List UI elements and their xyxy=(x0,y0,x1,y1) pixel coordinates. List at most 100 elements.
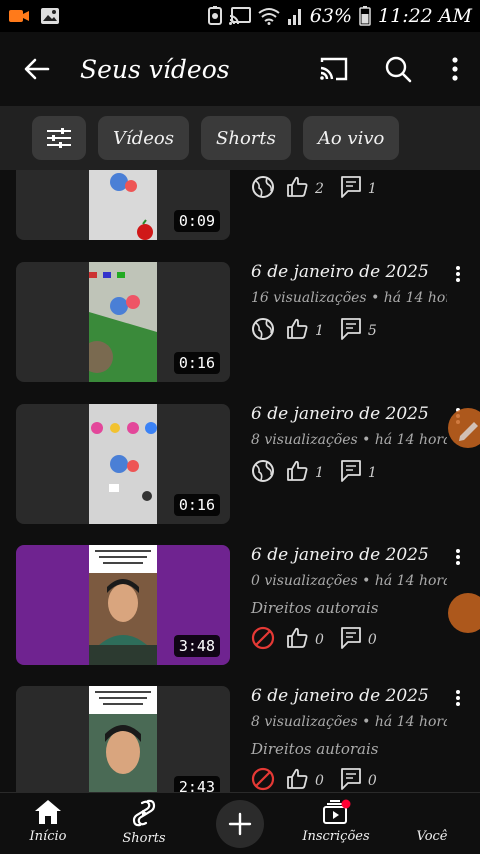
nav-shorts[interactable]: Shorts xyxy=(104,799,184,851)
app-bar: Seus vídeos xyxy=(0,32,480,106)
comment-icon xyxy=(340,317,362,345)
like-icon xyxy=(285,175,309,203)
video-date: 6 de janeiro de 2025 xyxy=(251,262,429,282)
video-thumbnail[interactable]: 2:43 xyxy=(16,686,230,792)
blocked-icon xyxy=(251,626,275,654)
video-row[interactable]: 0:09 2 1 xyxy=(0,170,480,250)
like-icon xyxy=(285,626,309,654)
video-recording-icon xyxy=(8,8,30,24)
thumbnail-image xyxy=(89,404,157,524)
nav-home-label: Início xyxy=(29,829,67,844)
video-more-button[interactable] xyxy=(448,262,468,286)
comment-count: 5 xyxy=(367,323,377,339)
kebab-menu-icon xyxy=(456,690,460,706)
filter-settings-chip[interactable] xyxy=(32,116,86,160)
video-duration: 0:09 xyxy=(173,210,220,232)
comment-count: 1 xyxy=(367,181,377,197)
kebab-menu-icon xyxy=(452,57,458,81)
video-more-button[interactable] xyxy=(448,545,468,569)
like-count: 0 xyxy=(315,773,324,789)
video-list: 0:09 2 1 0:16 6 de janeiro de 2025 16 vi… xyxy=(0,170,480,792)
sliders-icon xyxy=(47,128,71,148)
like-icon xyxy=(285,459,309,487)
video-duration: 0:16 xyxy=(173,494,220,516)
public-globe-icon xyxy=(251,459,275,487)
video-views: 16 visualizações • há 14 horas xyxy=(251,290,447,306)
floating-recorder-button[interactable] xyxy=(448,593,480,633)
copyright-label[interactable]: Direitos autorais xyxy=(251,740,451,762)
video-row[interactable]: 0:16 6 de janeiro de 2025 8 visualizaçõe… xyxy=(0,404,480,534)
public-globe-icon xyxy=(251,175,275,203)
video-duration: 0:16 xyxy=(173,352,220,374)
like-count: 0 xyxy=(315,632,324,648)
page-title: Seus vídeos xyxy=(80,54,230,84)
battery-icon xyxy=(359,6,371,26)
nav-subscriptions[interactable]: Inscrições xyxy=(296,799,376,851)
back-button[interactable] xyxy=(0,32,74,106)
video-duration: 3:48 xyxy=(173,635,220,657)
signal-icon xyxy=(287,7,303,25)
like-count: 1 xyxy=(315,465,324,481)
public-globe-icon xyxy=(251,317,275,345)
copyright-label[interactable]: Direitos autorais xyxy=(251,599,451,621)
nav-shorts-label: Shorts xyxy=(122,831,166,846)
video-date: 6 de janeiro de 2025 xyxy=(251,686,429,706)
video-date: 6 de janeiro de 2025 xyxy=(251,545,429,565)
chip-videos[interactable]: Vídeos xyxy=(98,116,190,160)
comment-count: 0 xyxy=(367,773,377,789)
video-more-button[interactable] xyxy=(448,686,468,710)
blocked-icon xyxy=(251,767,275,792)
comment-icon xyxy=(340,767,362,792)
plus-icon xyxy=(228,812,252,836)
cast-status-icon xyxy=(228,7,251,25)
video-thumbnail[interactable]: 0:09 xyxy=(16,170,230,240)
video-duration: 2:43 xyxy=(173,776,220,792)
video-row[interactable]: 2:43 6 de janeiro de 2025 8 visualizaçõe… xyxy=(0,686,480,792)
comment-count: 1 xyxy=(367,465,377,481)
comment-icon xyxy=(340,175,362,203)
home-icon xyxy=(35,800,61,824)
comment-count: 0 xyxy=(367,632,377,648)
comment-icon xyxy=(340,626,362,654)
video-date: 6 de janeiro de 2025 xyxy=(251,404,429,424)
thumbnail-image xyxy=(89,686,157,792)
chip-live[interactable]: Ao vivo xyxy=(302,116,400,160)
nav-home[interactable]: Início xyxy=(8,799,88,851)
cast-icon xyxy=(320,57,348,81)
search-button[interactable] xyxy=(366,37,430,101)
nav-you[interactable]: Você xyxy=(392,799,472,851)
nav-subscriptions-label: Inscrições xyxy=(302,829,370,844)
search-icon xyxy=(385,56,412,83)
thumbnail-image xyxy=(89,170,157,240)
kebab-menu-icon xyxy=(456,549,460,565)
arrow-left-icon xyxy=(24,58,50,80)
filter-chip-bar: Vídeos Shorts Ao vivo xyxy=(0,106,480,170)
cast-button[interactable] xyxy=(302,37,366,101)
thumbnail-image xyxy=(89,545,157,665)
silent-mode-icon xyxy=(207,6,222,26)
video-views: 8 visualizações • há 14 horas xyxy=(251,714,447,730)
thumbnail-image xyxy=(81,262,157,382)
notification-dot xyxy=(341,799,351,809)
subscriptions-icon xyxy=(323,799,351,824)
video-thumbnail[interactable]: 0:16 xyxy=(16,262,230,382)
video-views: 8 visualizações • há 14 horas xyxy=(251,432,447,448)
floating-draw-button[interactable] xyxy=(448,408,480,448)
shorts-icon xyxy=(132,799,156,827)
gallery-icon xyxy=(40,7,60,25)
like-icon xyxy=(285,317,309,345)
video-row[interactable]: 3:48 6 de janeiro de 2025 0 visualizaçõe… xyxy=(0,545,480,675)
video-thumbnail[interactable]: 3:48 xyxy=(16,545,230,665)
bottom-navigation: Início Shorts Inscrições Você xyxy=(0,792,480,854)
battery-percent: 63% xyxy=(309,5,353,27)
nav-you-label: Você xyxy=(416,829,448,844)
chip-shorts[interactable]: Shorts xyxy=(201,116,291,160)
comment-icon xyxy=(340,459,362,487)
video-thumbnail[interactable]: 0:16 xyxy=(16,404,230,524)
create-button[interactable] xyxy=(216,800,264,848)
like-count: 1 xyxy=(315,323,324,339)
video-views: 0 visualizações • há 14 horas xyxy=(251,573,447,589)
kebab-menu-icon xyxy=(456,266,460,282)
more-options-button[interactable] xyxy=(430,37,480,101)
video-row[interactable]: 0:16 6 de janeiro de 2025 16 visualizaçõ… xyxy=(0,262,480,392)
